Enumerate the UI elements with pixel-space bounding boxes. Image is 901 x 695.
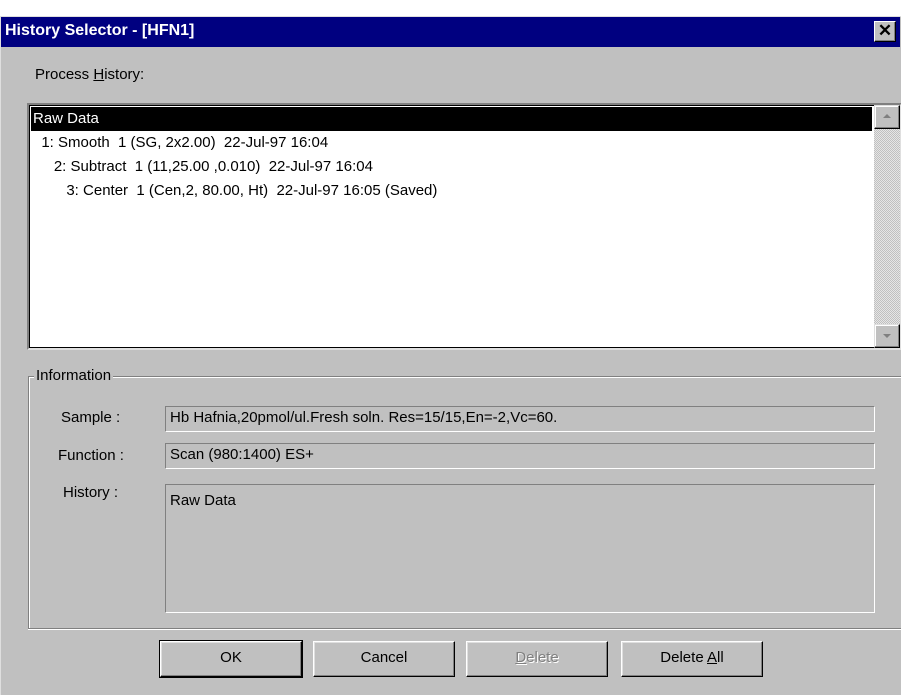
list-items: Raw Data 1: Smooth 1 (SG, 2x2.00) 22-Jul… [31,107,872,203]
function-field: Scan (980:1400) ES+ [165,443,875,469]
history-field: Raw Data [165,484,875,613]
arrow-down-icon [883,334,891,338]
window-title: History Selector - [HFN1] [5,22,195,39]
delete-all-button[interactable]: Delete All [621,641,763,677]
sample-label: Sample : [61,409,121,426]
title-bar[interactable]: History Selector - [HFN1] ✕ [1,17,900,47]
vertical-scrollbar[interactable] [874,105,900,348]
close-icon: ✕ [877,21,893,40]
process-history-listbox[interactable]: Raw Data 1: Smooth 1 (SG, 2x2.00) 22-Jul… [27,103,901,350]
list-item-smooth[interactable]: 1: Smooth 1 (SG, 2x2.00) 22-Jul-97 16:04 [31,131,872,155]
list-item-raw-data[interactable]: Raw Data [31,107,872,131]
scroll-up-button[interactable] [874,105,900,129]
cancel-button[interactable]: Cancel [313,641,455,677]
process-history-label: Process History: [35,66,145,83]
list-item-center[interactable]: 3: Center 1 (Cen,2, 80.00, Ht) 22-Jul-97… [31,179,872,203]
information-legend: Information [34,367,114,384]
ok-button[interactable]: OK [159,640,303,678]
list-item-subtract[interactable]: 2: Subtract 1 (11,25.00 ,0.010) 22-Jul-9… [31,155,872,179]
sample-field: Hb Hafnia,20pmol/ul.Fresh soln. Res=15/1… [165,406,875,432]
history-label: History : [63,484,119,501]
close-button[interactable]: ✕ [874,21,896,42]
function-label: Function : [58,447,124,464]
arrow-up-icon [883,114,891,118]
history-selector-dialog: History Selector - [HFN1] ✕ Process Hist… [0,16,901,695]
scroll-down-button[interactable] [874,324,900,348]
listbox-frame: Raw Data 1: Smooth 1 (SG, 2x2.00) 22-Jul… [29,105,900,348]
delete-button[interactable]: Delete [466,641,608,677]
